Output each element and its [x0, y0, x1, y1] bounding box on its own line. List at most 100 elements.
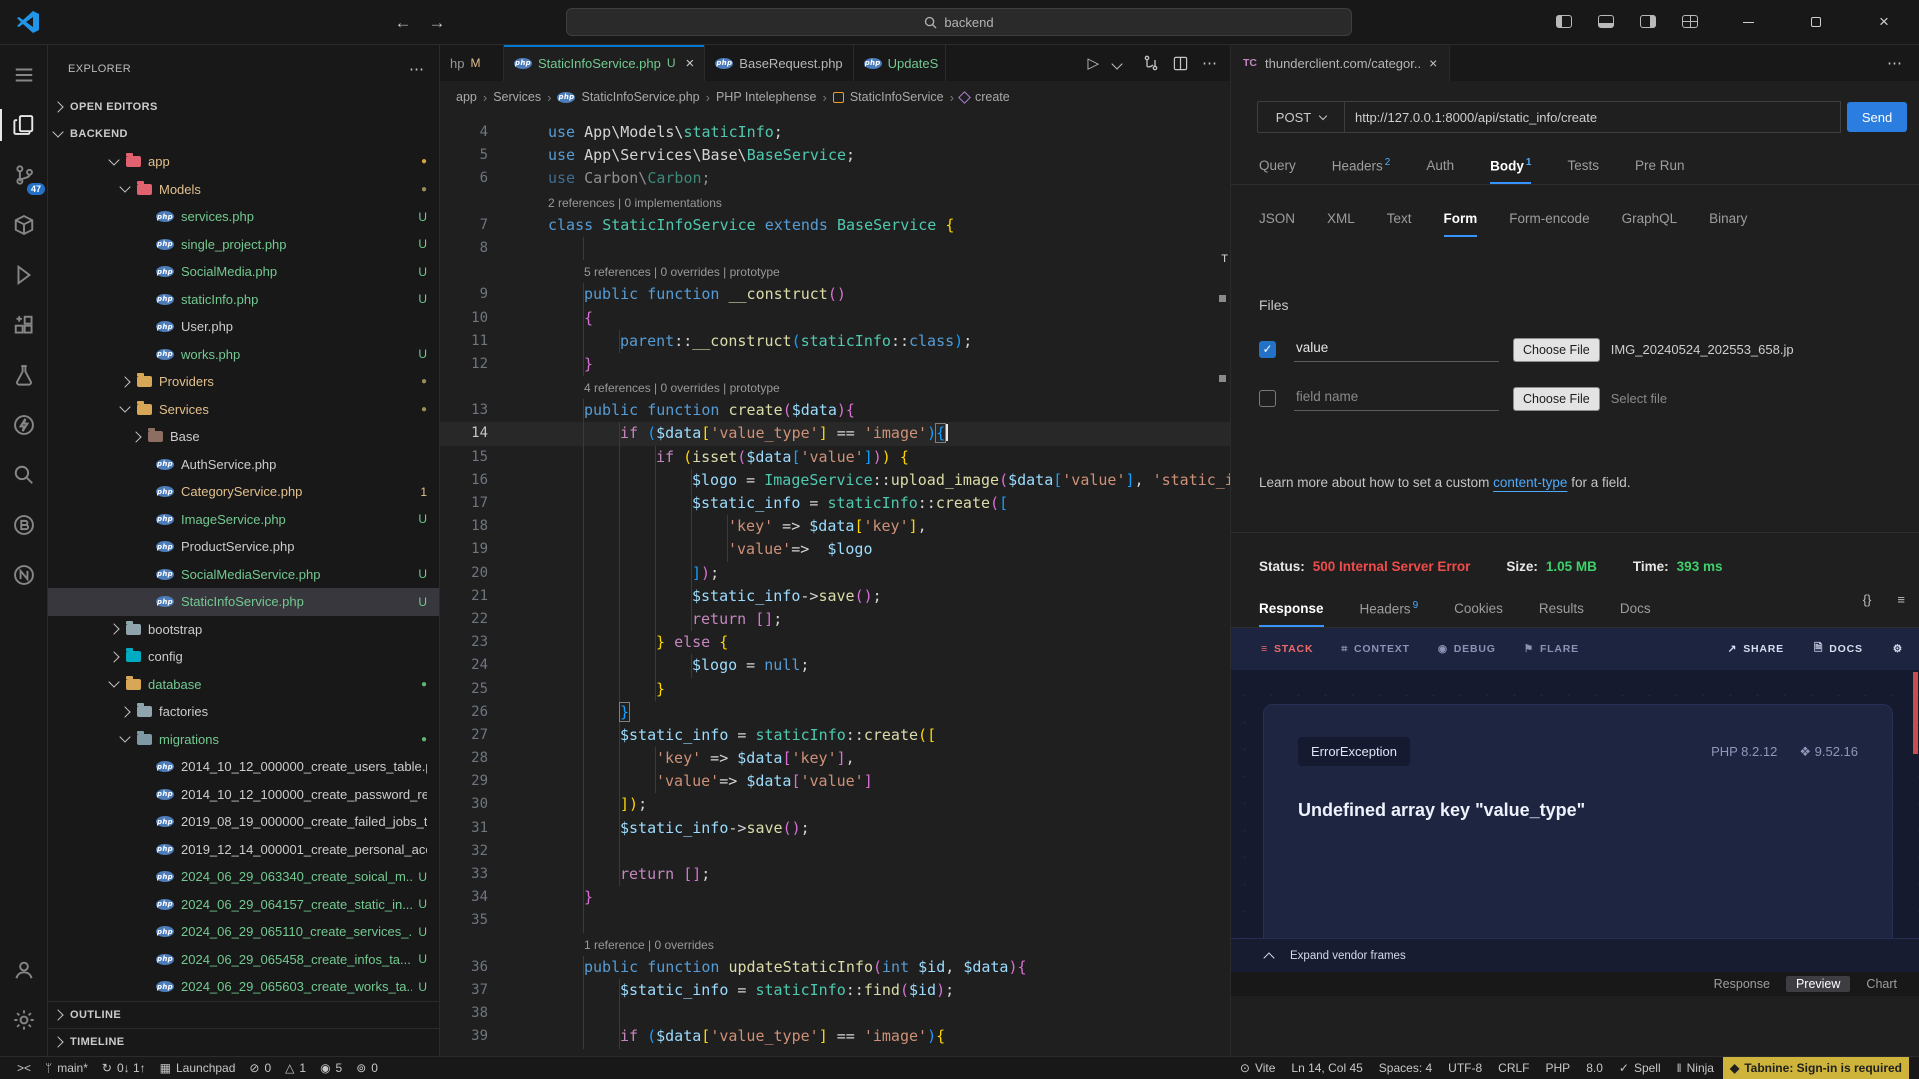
section-backend[interactable]: BACKEND	[48, 121, 439, 149]
code-line-36[interactable]: 36public function updateStaticInfo(int $…	[440, 956, 1230, 979]
url-input[interactable]: http://127.0.0.1:8000/api/static_info/cr…	[1345, 101, 1841, 133]
codelens-row[interactable]: 5 references | 0 overrides | prototype	[440, 260, 1230, 283]
request-tab-headers[interactable]: Headers2	[1332, 157, 1391, 185]
request-tab-auth[interactable]: Auth	[1426, 158, 1454, 184]
statusbar-launchpad[interactable]: ▦Launchpad	[153, 1057, 243, 1079]
section-outline[interactable]: OUTLINE	[48, 1001, 439, 1029]
tree-item-2024-06-29-065110-create-services-[interactable]: php2024_06_29_065110_create_services_...…	[48, 918, 439, 946]
extensions-icon[interactable]	[0, 303, 48, 347]
breadcrumb-item[interactable]: StaticInfoService.php	[581, 90, 699, 104]
code-line-12[interactable]: 12}	[440, 353, 1230, 376]
code-line-16[interactable]: 16$logo = ImageService::upload_image($da…	[440, 469, 1230, 492]
view-switch-preview[interactable]: Preview	[1786, 976, 1850, 992]
code-line-19[interactable]: 19'value'=> $logo	[440, 538, 1230, 561]
tree-item-bootstrap[interactable]: bootstrap	[48, 616, 439, 644]
code-line-37[interactable]: 37$static_info = staticInfo::find($id);	[440, 979, 1230, 1002]
statusbar-vite[interactable]: ⊙Vite	[1233, 1057, 1283, 1079]
field-name-input[interactable]: field name	[1294, 386, 1499, 411]
close-button[interactable]: ×	[1861, 0, 1907, 44]
maximize-button[interactable]	[1793, 0, 1839, 44]
tree-item-database[interactable]: database●	[48, 671, 439, 699]
flare-tab-context[interactable]: ⌗CONTEXT	[1341, 643, 1410, 656]
accounts-icon[interactable]	[0, 948, 48, 992]
statusbar-info-count[interactable]: ◉5	[313, 1057, 349, 1079]
statusbar-errors[interactable]: ⊘0	[242, 1057, 278, 1079]
code-line-14[interactable]: 14if ($data['value_type'] == 'image'){	[440, 422, 1230, 445]
flare-action-share[interactable]: ↗SHARE	[1728, 643, 1784, 655]
tree-item-config[interactable]: config	[48, 643, 439, 671]
code-line-4[interactable]: 4use App\Models\staticInfo;	[440, 121, 1230, 144]
code-line-13[interactable]: 13public function create($data){	[440, 399, 1230, 422]
minimize-button[interactable]	[1725, 0, 1771, 44]
run-dropdown-icon[interactable]	[1111, 58, 1122, 69]
flare-tab-debug[interactable]: ◉DEBUG	[1438, 643, 1496, 655]
command-center-search[interactable]: backend	[566, 8, 1352, 36]
open-changes-icon[interactable]	[1143, 55, 1159, 71]
editor-tab-hp[interactable]: hpM	[440, 45, 504, 81]
breadcrumb-item[interactable]: create	[975, 90, 1010, 104]
code-line-10[interactable]: 10{	[440, 307, 1230, 330]
tree-item-2024-06-29-065603-create-works-ta-[interactable]: php2024_06_29_065603_create_works_ta...U	[48, 973, 439, 1001]
code-line-38[interactable]: 38	[440, 1002, 1230, 1025]
response-tab-response[interactable]: Response	[1259, 601, 1324, 627]
request-tab-body[interactable]: Body1	[1490, 157, 1531, 185]
source-control-icon[interactable]: 47	[0, 153, 48, 197]
code-line-26[interactable]: 26}	[440, 701, 1230, 724]
code-line-34[interactable]: 34}	[440, 886, 1230, 909]
statusbar-remote-indicator[interactable]: ><	[10, 1057, 38, 1079]
thunder-client-icon[interactable]	[0, 403, 48, 447]
tree-item-2014-10-12-000000-create-users-table-p-[interactable]: php2014_10_12_000000_create_users_table.…	[48, 753, 439, 781]
code-line-21[interactable]: 21$static_info->save();	[440, 585, 1230, 608]
toggle-primary-sidebar-icon[interactable]	[1556, 15, 1572, 28]
code-line-27[interactable]: 27$static_info = staticInfo::create([	[440, 724, 1230, 747]
body-tab-form[interactable]: Form	[1444, 211, 1478, 237]
response-tab-headers[interactable]: Headers9	[1360, 600, 1419, 628]
code-line-24[interactable]: 24$logo = null;	[440, 654, 1230, 677]
tree-item-staticinfoservice-php[interactable]: phpStaticInfoService.phpU	[48, 588, 439, 616]
codelens-row[interactable]: 4 references | 0 overrides | prototype	[440, 376, 1230, 399]
view-switch-chart[interactable]: Chart	[1858, 976, 1905, 992]
statusbar-git-branch[interactable]: ᛘmain*	[38, 1057, 95, 1079]
package-icon[interactable]	[0, 203, 48, 247]
tree-item-categoryservice-php[interactable]: phpCategoryService.php1	[48, 478, 439, 506]
tree-item-models[interactable]: Models●	[48, 176, 439, 204]
tree-item-app[interactable]: app●	[48, 148, 439, 176]
method-select[interactable]: POST	[1257, 101, 1345, 133]
view-switch-response[interactable]: Response	[1706, 976, 1778, 992]
choose-file-button[interactable]: Choose File	[1513, 338, 1600, 362]
menu-icon[interactable]	[0, 53, 48, 97]
tree-item-base[interactable]: Base	[48, 423, 439, 451]
tree-item-providers[interactable]: Providers●	[48, 368, 439, 396]
explorer-more-icon[interactable]: ⋯	[409, 60, 425, 78]
statusbar-warnings[interactable]: △1	[278, 1057, 313, 1079]
code-line-15[interactable]: 15if (isset($data['value'])) {	[440, 446, 1230, 469]
choose-file-button[interactable]: Choose File	[1513, 387, 1600, 411]
section-open-editors[interactable]: OPEN EDITORS	[48, 93, 439, 121]
content-type-link[interactable]: content-type	[1493, 475, 1567, 490]
flare-scrollbar[interactable]	[1913, 672, 1918, 754]
code-line-17[interactable]: 17$static_info = staticInfo::create([	[440, 492, 1230, 515]
tree-item-2024-06-29-065458-create-infos-ta-[interactable]: php2024_06_29_065458_create_infos_ta...U	[48, 946, 439, 974]
body-tab-text[interactable]: Text	[1387, 211, 1412, 237]
toggle-secondary-sidebar-icon[interactable]	[1640, 15, 1656, 28]
tree-item-2024-06-29-064157-create-static-in-[interactable]: php2024_06_29_064157_create_static_in...…	[48, 891, 439, 919]
statusbar-sync[interactable]: ↻0↓ 1↑	[95, 1057, 153, 1079]
tree-item-staticinfo-php[interactable]: phpstaticInfo.phpU	[48, 286, 439, 314]
body-tab-xml[interactable]: XML	[1327, 211, 1355, 237]
nav-back-icon[interactable]: ←	[390, 10, 416, 36]
code-line-9[interactable]: 9public function __construct()	[440, 283, 1230, 306]
flare-action-docs[interactable]: 🗎DOCS	[1814, 640, 1863, 658]
search-view-icon[interactable]	[0, 453, 48, 497]
code-editor[interactable]: 4use App\Models\staticInfo;5use App\Serv…	[440, 113, 1230, 1056]
settings-gear-icon[interactable]	[0, 998, 48, 1042]
editor-more-icon[interactable]: ⋯	[1202, 54, 1218, 72]
flare-tab-stack[interactable]: ≡STACK	[1261, 643, 1313, 655]
tree-item-2014-10-12-100000-create-password-res-[interactable]: php2014_10_12_100000_create_password_res…	[48, 781, 439, 809]
code-line-32[interactable]: 32	[440, 840, 1230, 863]
send-button[interactable]: Send	[1847, 102, 1907, 132]
code-line-33[interactable]: 33return [];	[440, 863, 1230, 886]
response-tab-cookies[interactable]: Cookies	[1454, 601, 1503, 627]
panel-more-icon[interactable]: ⋯	[1887, 54, 1919, 72]
tree-item-authservice-php[interactable]: phpAuthService.php	[48, 451, 439, 479]
split-editor-icon[interactable]	[1173, 56, 1188, 71]
